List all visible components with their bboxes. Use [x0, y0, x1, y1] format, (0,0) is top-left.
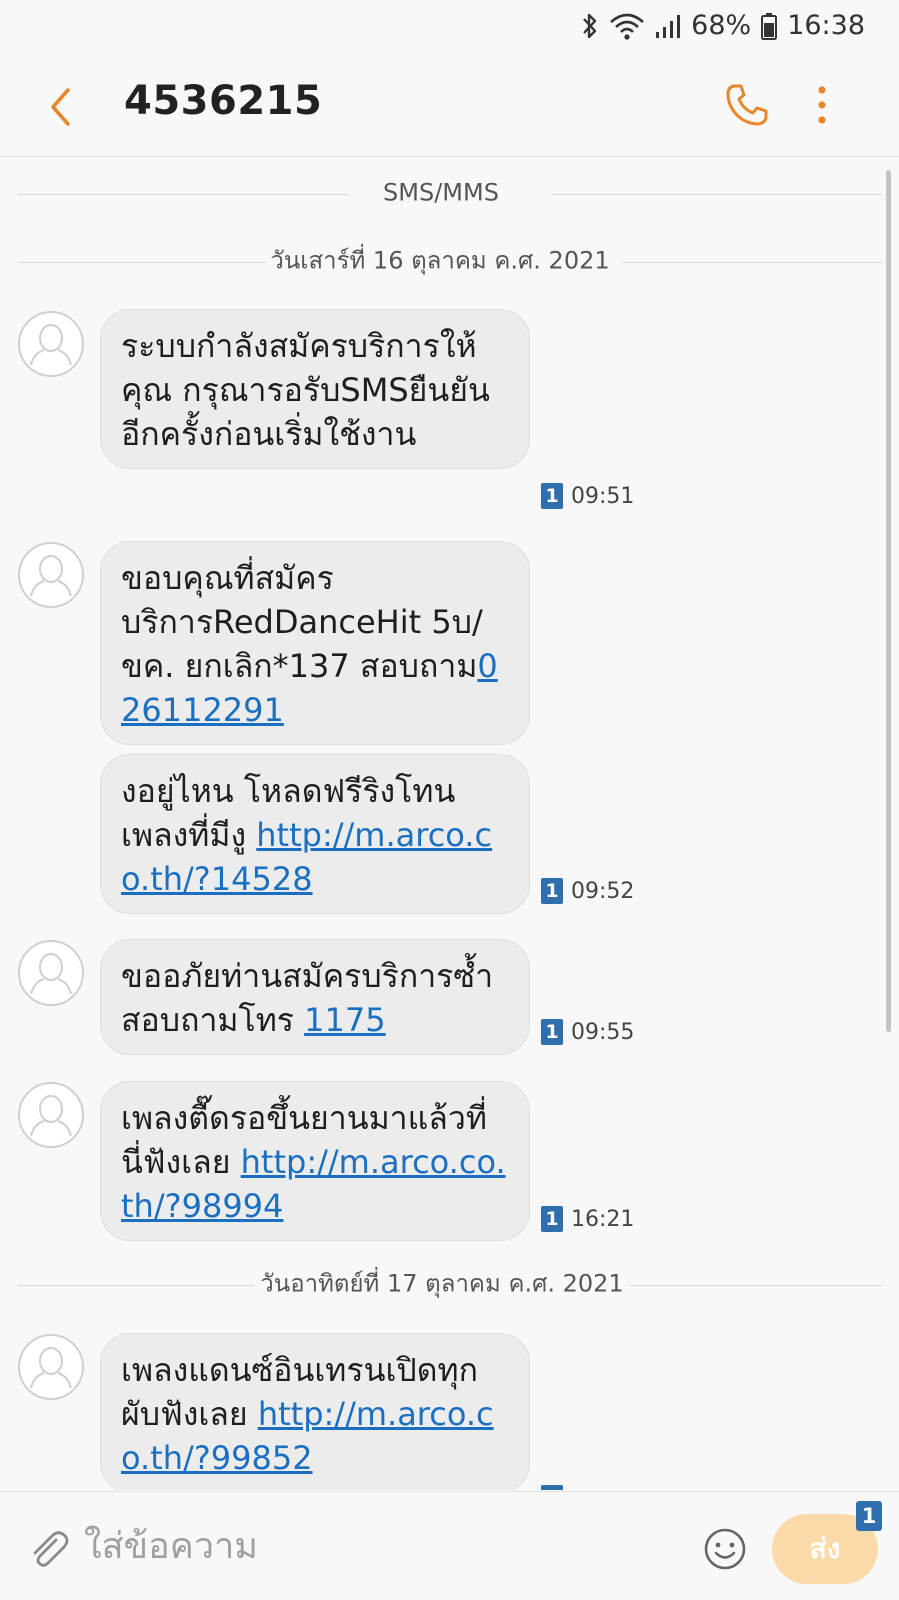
phone-link[interactable]: 1175	[304, 1001, 385, 1039]
person-icon	[30, 555, 72, 597]
sim-badge: 1	[541, 1206, 563, 1232]
channel-label: SMS/MMS	[383, 178, 499, 207]
sim-badge: 1	[541, 1019, 563, 1045]
message-bubble[interactable]: เพลงตื๊ดรอขึ้นยานมาแล้วที่นี่ฟังเลย http…	[100, 1081, 530, 1241]
message-meta: 1 16:21	[541, 1206, 634, 1232]
battery-percent: 68%	[691, 10, 752, 41]
battery-icon	[761, 12, 778, 40]
back-button[interactable]	[44, 84, 80, 130]
person-icon	[30, 324, 72, 366]
avatar[interactable]	[18, 1334, 84, 1400]
phone-icon	[726, 84, 768, 126]
message-meta: 1 09:55	[541, 1019, 634, 1045]
person-icon	[30, 1347, 72, 1389]
signal-icon	[655, 12, 681, 40]
message-list[interactable]: SMS/MMS วันเสาร์ที่ 16 ตุลาคม ค.ศ. 2021 …	[0, 157, 899, 1490]
wifi-icon	[609, 12, 645, 40]
message-meta: 1 09:51	[541, 483, 634, 509]
message-bubble[interactable]: ระบบกำลังสมัครบริการให้คุณ กรุณารอรับSMS…	[100, 309, 530, 469]
avatar[interactable]	[18, 311, 84, 377]
call-button[interactable]	[724, 82, 770, 128]
smiley-icon	[704, 1528, 746, 1570]
status-bar: 68% 16:38	[0, 0, 899, 56]
sim-badge: 1	[541, 878, 563, 904]
message-time: 09:51	[571, 483, 635, 509]
attach-button[interactable]	[26, 1528, 70, 1572]
conversation-header: 4536215	[0, 56, 899, 157]
message-bubble[interactable]: เพลงแดนซ์อินเทรนเปิดทุกผับฟังเลย http://…	[100, 1333, 530, 1490]
message-text: ขอบคุณที่สมัครบริการRedDanceHit 5บ/ขค. ย…	[121, 559, 483, 685]
person-icon	[30, 953, 72, 995]
message-bubble[interactable]: ขอบคุณที่สมัครบริการRedDanceHit 5บ/ขค. ย…	[100, 541, 530, 745]
avatar[interactable]	[18, 940, 84, 1006]
sim-badge	[541, 1485, 563, 1490]
message-bubble[interactable]: งอยู่ไหน โหลดฟรีริงโทนเพลงที่มีงู http:/…	[100, 754, 530, 914]
message-bubble[interactable]: ขออภัยท่านสมัครบริการซ้ำ สอบถามโทร 1175	[100, 939, 530, 1055]
message-input[interactable]	[84, 1516, 664, 1576]
more-vertical-icon	[818, 86, 826, 124]
send-sim-badge: 1	[856, 1501, 882, 1531]
chevron-left-icon	[51, 88, 70, 126]
message-time: 09:55	[571, 1019, 635, 1045]
date-label: วันอาทิตย์ที่ 17 ตุลาคม ค.ศ. 2021	[260, 1269, 624, 1298]
person-icon	[30, 1095, 72, 1137]
contact-title: 4536215	[124, 78, 323, 124]
paperclip-icon	[33, 1531, 69, 1567]
message-composer: ส่ง 1	[0, 1491, 899, 1600]
date-label: วันเสาร์ที่ 16 ตุลาคม ค.ศ. 2021	[270, 246, 610, 275]
sim-badge: 1	[541, 483, 563, 509]
avatar[interactable]	[18, 1082, 84, 1148]
emoji-button[interactable]	[702, 1526, 748, 1572]
more-options-button[interactable]	[814, 82, 830, 128]
avatar[interactable]	[18, 542, 84, 608]
message-meta	[541, 1485, 563, 1490]
date-divider: วันอาทิตย์ที่ 17 ตุลาคม ค.ศ. 2021	[18, 1270, 882, 1298]
channel-divider: SMS/MMS	[18, 179, 882, 207]
scrollbar[interactable]	[886, 170, 891, 1032]
message-time: 09:52	[571, 878, 635, 904]
message-time: 16:21	[571, 1206, 635, 1232]
clock: 16:38	[787, 10, 865, 41]
bluetooth-icon	[581, 12, 599, 40]
message-text: ระบบกำลังสมัครบริการให้คุณ กรุณารอรับSMS…	[121, 327, 490, 453]
date-divider: วันเสาร์ที่ 16 ตุลาคม ค.ศ. 2021	[18, 247, 882, 275]
message-meta: 1 09:52	[541, 878, 634, 904]
